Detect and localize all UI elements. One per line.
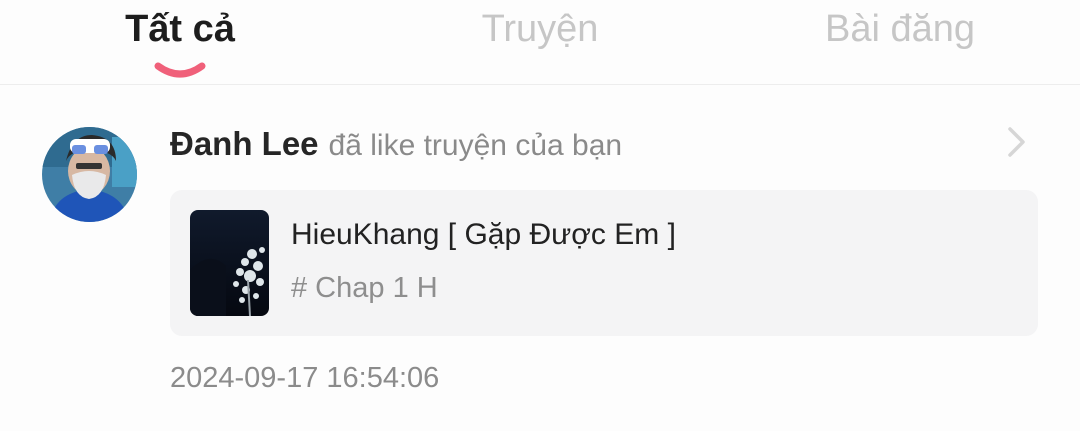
- active-tab-indicator: [154, 62, 206, 78]
- chapter-tag: # Chap 1 H: [291, 272, 438, 304]
- story-card[interactable]: HieuKhang [ Gặp Được Em ] # Chap 1 H: [170, 190, 1038, 336]
- chevron-right-icon[interactable]: [1004, 124, 1030, 160]
- tab-posts[interactable]: Bài đăng: [825, 8, 975, 51]
- story-title: HieuKhang [ Gặp Được Em ]: [291, 218, 676, 251]
- tab-all[interactable]: Tất cả: [125, 8, 235, 51]
- notification-headline: Đanh Lee đã like truyện của bạn: [170, 125, 622, 163]
- story-thumbnail: [190, 210, 269, 316]
- tab-bar: Tất cả Truyện Bài đăng: [0, 0, 1080, 85]
- notification-timestamp: 2024-09-17 16:54:06: [170, 362, 440, 394]
- action-text: đã like truyện của bạn: [328, 129, 623, 162]
- user-name[interactable]: Đanh Lee: [170, 125, 319, 162]
- tab-stories[interactable]: Truyện: [482, 8, 599, 51]
- avatar[interactable]: [42, 127, 137, 222]
